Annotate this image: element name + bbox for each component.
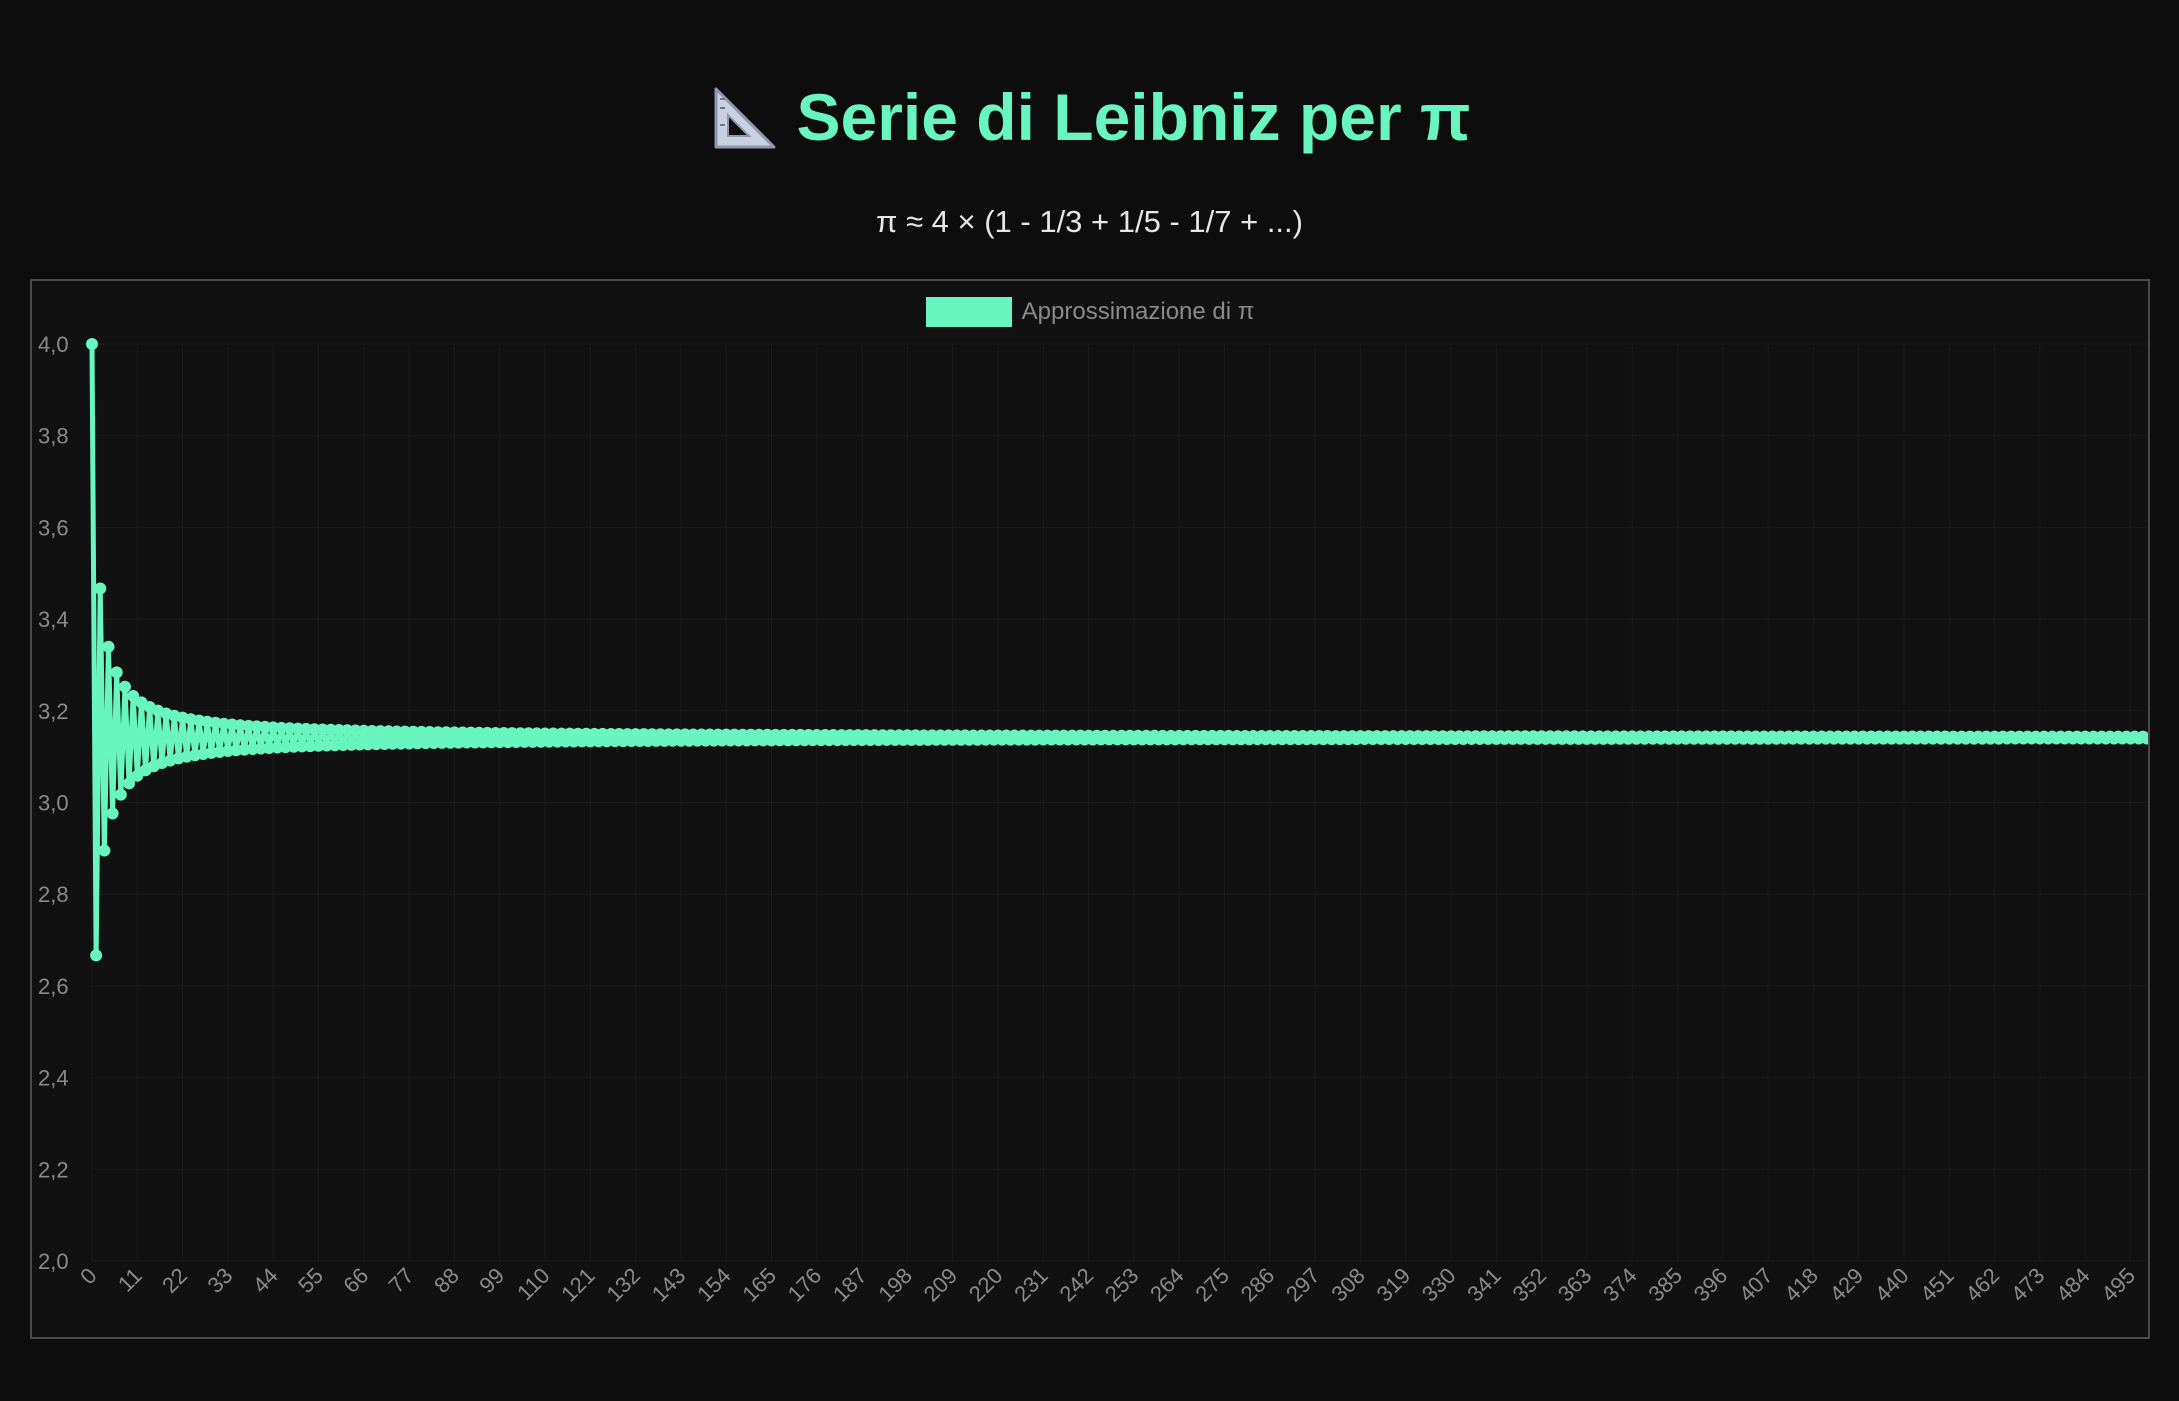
x-tick-label: 451: [1915, 1263, 1959, 1307]
x-tick-label: 286: [1236, 1263, 1280, 1307]
x-tick-label: 297: [1281, 1263, 1325, 1307]
x-tick-label: 154: [692, 1263, 736, 1307]
x-tick-label: 143: [647, 1263, 691, 1307]
data-point: [110, 666, 123, 679]
y-tick-label: 2,4: [38, 1066, 69, 1091]
y-tick-label: 2,0: [38, 1249, 69, 1274]
y-tick-label: 2,2: [38, 1157, 69, 1182]
x-tick-label: 77: [384, 1263, 419, 1298]
x-tick-label: 132: [602, 1263, 646, 1307]
data-point: [114, 788, 127, 801]
x-tick-label: 275: [1190, 1263, 1234, 1307]
x-tick-label: 330: [1417, 1263, 1461, 1307]
data-point: [98, 844, 111, 857]
x-tick-label: 253: [1100, 1263, 1144, 1307]
x-tick-label: 264: [1145, 1263, 1189, 1307]
y-tick-label: 2,8: [38, 882, 69, 907]
x-tick-label: 407: [1734, 1263, 1778, 1307]
x-tick-label: 374: [1598, 1263, 1642, 1307]
x-tick-label: 198: [873, 1263, 917, 1307]
page-title: Serie di Leibniz per π: [708, 72, 1471, 162]
triangular-ruler-icon: [714, 87, 776, 149]
chart-legend[interactable]: Approssimazione di π: [32, 297, 2148, 327]
x-tick-label: 495: [2096, 1263, 2140, 1307]
y-tick-label: 3,4: [38, 607, 69, 632]
data-point: [94, 582, 107, 595]
y-tick-label: 3,8: [38, 424, 69, 449]
x-tick-label: 242: [1055, 1263, 1099, 1307]
x-tick-label: 88: [429, 1263, 464, 1298]
x-tick-label: 44: [248, 1263, 283, 1298]
x-tick-label: 66: [338, 1263, 373, 1298]
x-tick-label: 418: [1779, 1263, 1823, 1307]
data-point: [106, 807, 119, 820]
x-tick-label: 11: [113, 1263, 147, 1297]
x-tick-label: 231: [1009, 1263, 1053, 1307]
page-header: Serie di Leibniz per π π ≈ 4 × (1 - 1/3 …: [0, 72, 2179, 244]
x-tick-label: 308: [1326, 1263, 1370, 1307]
x-tick-label: 396: [1689, 1263, 1733, 1307]
x-tick-label: 363: [1553, 1263, 1597, 1307]
x-tick-label: 176: [783, 1263, 827, 1307]
x-tick-label: 33: [202, 1263, 237, 1298]
x-tick-label: 55: [293, 1263, 328, 1298]
y-tick-label: 3,6: [38, 515, 69, 540]
chart-container: 4,0 3,8 3,6 3,4 3,2 3,0 2,8 2,6 2,4 2,2 2,0 0 11 22 33…: [30, 279, 2150, 1339]
y-tick-label: 4,0: [38, 332, 69, 357]
x-tick-label: 187: [828, 1263, 872, 1307]
data-point: [86, 338, 98, 350]
x-tick-label: 429: [1825, 1263, 1869, 1307]
y-tick-label: 3,0: [38, 791, 69, 816]
x-tick-label: 22: [157, 1263, 192, 1298]
y-tick-label: 2,6: [38, 974, 69, 999]
data-point: [102, 640, 115, 653]
x-tick-label: 121: [556, 1263, 600, 1307]
data-point: [90, 949, 103, 962]
x-tick-label: 220: [964, 1263, 1008, 1307]
x-tick-label: 110: [512, 1263, 554, 1305]
x-tick-label: 341: [1462, 1263, 1506, 1307]
x-tick-label: 209: [919, 1263, 963, 1307]
title-text: Serie di Leibniz per π: [796, 80, 1471, 154]
x-tick-label: 385: [1643, 1263, 1687, 1307]
x-tick-label: 473: [2006, 1263, 2050, 1307]
x-tick-label: 0: [75, 1263, 101, 1289]
x-tick-label: 165: [737, 1263, 781, 1307]
x-tick-label: 484: [2051, 1263, 2095, 1307]
line-chart: 4,0 3,8 3,6 3,4 3,2 3,0 2,8 2,6 2,4 2,2 2,00 11 22 33…: [38, 332, 2148, 1307]
data-point: [118, 680, 131, 693]
formula-subtitle: π ≈ 4 × (1 - 1/3 + 1/5 - 1/7 + ...): [876, 204, 1303, 239]
x-tick-label: 440: [1870, 1263, 1914, 1307]
x-tick-label: 99: [474, 1263, 509, 1298]
legend-swatch: [925, 297, 1012, 327]
y-tick-label: 3,2: [38, 699, 69, 724]
x-tick-label: 352: [1508, 1263, 1552, 1307]
x-tick-label: 319: [1372, 1263, 1416, 1307]
x-tick-label: 462: [1961, 1263, 2005, 1307]
legend-label: Approssimazione di π: [1021, 298, 1255, 325]
